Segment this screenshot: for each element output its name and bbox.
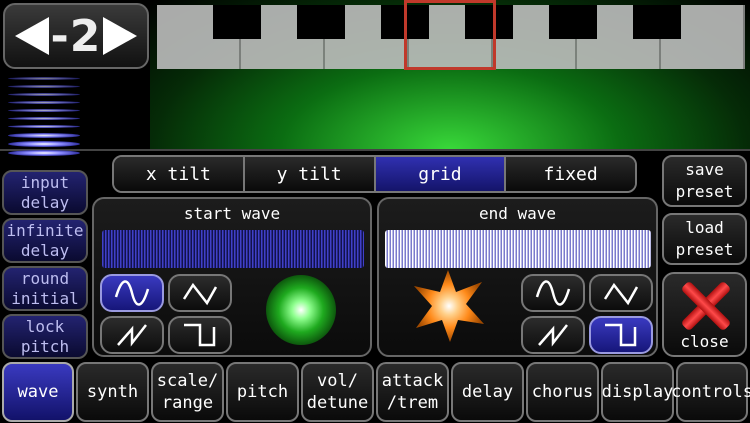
triangle-wave-icon (182, 282, 218, 306)
piano-black-key[interactable] (633, 5, 681, 39)
tab-vol-detune[interactable]: vol/detune (301, 362, 374, 422)
octave-value: -2 (50, 10, 102, 62)
infinite-delay-button[interactable]: infinite delay (2, 218, 88, 263)
start-wave-panel: start wave (92, 197, 372, 357)
tab-wave[interactable]: wave (2, 362, 74, 422)
save-preset-button[interactable]: save preset (662, 155, 747, 207)
tab-x-tilt[interactable]: x tilt (114, 157, 245, 191)
triangle-wave-icon (603, 282, 639, 306)
end-sine-button[interactable] (521, 274, 585, 312)
lock-pitch-button[interactable]: lock pitch (2, 314, 88, 359)
start-square-button[interactable] (168, 316, 232, 354)
end-square-button[interactable] (589, 316, 653, 354)
start-wave-title: start wave (183, 204, 281, 223)
saw-wave-icon (117, 324, 147, 347)
tab-grid[interactable]: grid (375, 157, 507, 191)
tab-y-tilt[interactable]: y tilt (244, 157, 376, 191)
tab-controls[interactable]: controls (671, 362, 750, 422)
piano-black-key[interactable] (297, 5, 345, 39)
tab-delay[interactable]: delay (451, 362, 524, 422)
tab-scale-range[interactable]: scale/range (151, 362, 224, 422)
green-orb-indicator (266, 275, 336, 345)
tab-synth[interactable]: synth (76, 362, 149, 422)
tab-fixed[interactable]: fixed (506, 157, 635, 191)
level-meter (8, 75, 80, 160)
selected-key-highlight (404, 0, 496, 70)
end-waveform-display (385, 230, 651, 268)
end-triangle-button[interactable] (589, 274, 653, 312)
saw-wave-icon (538, 324, 568, 347)
sine-wave-icon (114, 280, 150, 306)
tilt-mode-tabs: x tilt y tilt grid fixed (112, 155, 637, 193)
octave-selector: -2 (3, 3, 149, 69)
square-wave-icon (184, 323, 216, 347)
end-saw-button[interactable] (521, 316, 585, 354)
orange-star-indicator (414, 270, 484, 342)
start-triangle-button[interactable] (168, 274, 232, 312)
divider (0, 149, 750, 151)
octave-down-arrow-icon[interactable] (14, 17, 49, 55)
end-wave-title: end wave (478, 204, 557, 223)
octave-up-arrow-icon[interactable] (103, 17, 138, 55)
piano-black-key[interactable] (549, 5, 597, 39)
tab-pitch[interactable]: pitch (226, 362, 299, 422)
start-saw-button[interactable] (100, 316, 164, 354)
sine-wave-icon (535, 280, 571, 306)
bottom-tab-bar: wave synth scale/range pitch vol/detune … (0, 362, 750, 423)
load-preset-button[interactable]: load preset (662, 213, 747, 265)
start-sine-button[interactable] (100, 274, 164, 312)
round-initial-button[interactable]: round initial (2, 266, 88, 311)
tab-display[interactable]: display (601, 362, 674, 422)
tab-attack-trem[interactable]: attack/trem (376, 362, 449, 422)
close-button[interactable]: close (662, 272, 747, 357)
close-icon (678, 278, 734, 334)
tab-chorus[interactable]: chorus (526, 362, 599, 422)
input-delay-button[interactable]: input delay (2, 170, 88, 215)
square-wave-icon (605, 323, 637, 347)
start-waveform-display (102, 230, 364, 268)
piano-black-key[interactable] (213, 5, 261, 39)
close-label: close (680, 332, 729, 351)
